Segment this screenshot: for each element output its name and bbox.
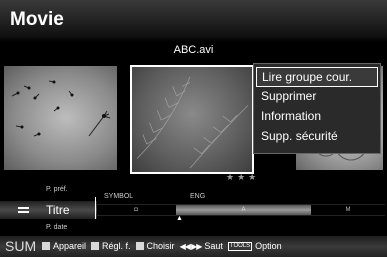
index-bar[interactable]: ◘ A M	[97, 204, 385, 216]
sort-current-row[interactable]: Titre	[0, 201, 97, 219]
index-pointer-icon: ▲	[176, 215, 183, 222]
menu-item-information[interactable]: Information	[256, 107, 378, 127]
sort-option-date[interactable]: P. date	[46, 224, 67, 231]
sort-list-icon	[18, 207, 29, 213]
footer-choose[interactable]: Choisir	[135, 241, 175, 251]
index-segment-m[interactable]: M	[311, 205, 385, 215]
menu-item-play-current-group[interactable]: Lire groupe cour.	[256, 67, 378, 87]
header-bar: Movie	[0, 0, 387, 42]
tools-key-icon: TOOLS	[227, 241, 253, 251]
footer-jump-label: Saut	[204, 241, 223, 251]
options-menu: Lire groupe cour. Supprimer Information …	[253, 63, 381, 154]
green-button-icon	[91, 242, 100, 250]
dandelion-seeds-image	[11, 80, 111, 137]
footer-settings[interactable]: Régl. f.	[91, 241, 131, 251]
index-segment-symbol[interactable]: ◘	[97, 205, 175, 215]
sort-panel: P. préf. SYMBOL ENG Titre ◘ A M ▲ P. dat…	[0, 182, 387, 234]
media-play-screen: Movie ABC.avi Lire groupe cour. Supprime…	[0, 0, 387, 257]
footer-help-bar: SUM Appareil Régl. f. Choisir ◀◀ ▶▶ Saut…	[0, 236, 387, 257]
footer-items: Appareil Régl. f. Choisir ◀◀ ▶▶ Saut TOO…	[42, 241, 287, 251]
thumbnail-current[interactable]	[130, 65, 254, 174]
menu-item-delete[interactable]: Supprimer	[256, 87, 378, 107]
skip-arrows-icon: ◀◀ ▶▶	[179, 241, 203, 251]
footer-choose-label: Choisir	[146, 241, 175, 251]
index-segment-eng[interactable]: A	[176, 205, 311, 215]
sort-current-title: Titre	[46, 203, 70, 217]
index-group-symbol-label: SYMBOL	[104, 193, 134, 200]
footer-option[interactable]: TOOLS Option	[227, 241, 282, 251]
footer-jump[interactable]: ◀◀ ▶▶ Saut	[180, 241, 223, 251]
footer-settings-label: Régl. f.	[102, 241, 131, 251]
yellow-button-icon	[135, 242, 144, 250]
index-start-marker	[95, 197, 96, 219]
sum-label: SUM	[5, 238, 37, 254]
current-file-name: ABC.avi	[173, 44, 214, 56]
footer-option-label: Option	[255, 241, 282, 251]
sort-option-preference[interactable]: P. préf.	[46, 186, 68, 193]
footer-device[interactable]: Appareil	[42, 241, 86, 251]
red-button-icon	[42, 242, 50, 250]
menu-item-safe-remove[interactable]: Supp. sécurité	[256, 127, 378, 147]
feather-leaves-image	[136, 76, 249, 169]
index-group-eng-label: ENG	[190, 193, 206, 200]
thumbnail-previous[interactable]	[4, 66, 117, 170]
footer-device-label: Appareil	[53, 241, 87, 251]
page-title: Movie	[10, 9, 64, 30]
